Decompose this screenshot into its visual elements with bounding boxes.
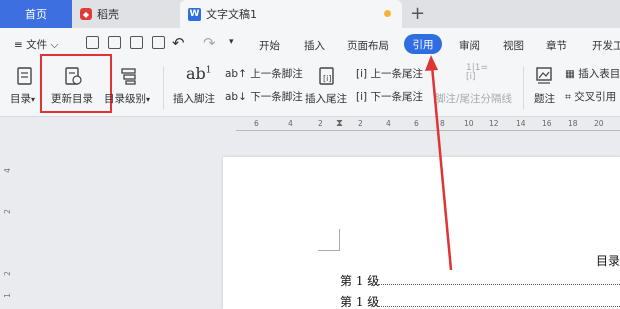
menu-tab-insert[interactable]: 插入 — [304, 38, 325, 53]
menu-tab-chapter[interactable]: 章节 — [546, 38, 567, 53]
prev-endnote-label: 上一条尾注 — [370, 68, 423, 80]
toolbar-divider — [163, 66, 164, 110]
cross-reference-icon: ⌗ — [565, 91, 571, 103]
prev-endnote-button[interactable]: [i] 上一条尾注 — [356, 66, 423, 81]
tab-daoke-label: 稻壳 — [97, 8, 119, 21]
next-endnote-icon: [i] — [356, 91, 368, 103]
margin-corner-mark — [318, 229, 340, 251]
tab-home-label: 首页 — [25, 8, 47, 21]
insert-footnote-icon[interactable]: ab1 — [186, 64, 212, 83]
menu-file-label: 文件 — [26, 39, 48, 51]
unsaved-indicator — [384, 10, 391, 17]
toc-leader-dots — [378, 284, 620, 285]
save-icon[interactable] — [86, 36, 99, 49]
insert-table-figure-label: 插入表目 — [578, 68, 620, 80]
toc-dropdown-icon: ▾ — [31, 95, 36, 104]
tab-home[interactable]: 首页 — [0, 0, 72, 28]
toc-heading: 目录 — [596, 254, 620, 268]
toc-button[interactable]: 目录▾ — [10, 91, 35, 106]
tab-document[interactable]: W 文字文稿1 — [180, 0, 402, 28]
daoke-logo-icon: ◆ — [80, 8, 92, 20]
ruler-tick: 2 — [358, 119, 363, 128]
menu-tab-view[interactable]: 视图 — [503, 38, 524, 53]
ruler-tick: 10 — [464, 119, 474, 128]
toc-entry-text: 第 1 级 — [340, 274, 380, 288]
vertical-ruler-tick: 4 — [2, 168, 12, 173]
menu-tab-developer[interactable]: 开发工 — [592, 38, 620, 53]
caption-icon[interactable] — [535, 66, 553, 86]
toc-icon[interactable] — [16, 66, 34, 86]
next-footnote-label: 下一条脚注 — [250, 91, 303, 103]
ruler-tick: 6 — [414, 119, 419, 128]
writer-logo-icon: W — [188, 7, 201, 21]
toc-level-button[interactable]: 目录级别▾ — [104, 91, 150, 106]
insert-endnote-icon[interactable]: [i] — [318, 66, 336, 86]
undo-icon[interactable]: ↶ — [172, 34, 185, 52]
caption-button[interactable]: 题注 — [534, 91, 555, 106]
separator-icon[interactable]: 1|1= [i] — [466, 64, 488, 82]
ruler-tick: 16 — [542, 119, 552, 128]
indent-marker-icon[interactable]: ⧗ — [336, 118, 343, 129]
tab-document-label: 文字文稿1 — [206, 8, 257, 21]
toc-leader-dots — [378, 306, 620, 307]
ruler-tick: 8 — [440, 119, 445, 128]
tab-daoke[interactable]: ◆ 稻壳 — [72, 0, 180, 28]
ruler-tick: 4 — [386, 119, 391, 128]
ruler-tick: 4 — [288, 119, 293, 128]
chevron-down-icon: ⌵ — [50, 39, 59, 51]
cross-reference-button[interactable]: ⌗ 交叉引用 — [565, 89, 616, 104]
vertical-ruler-tick: 2 — [2, 209, 12, 214]
document-page[interactable] — [223, 157, 620, 309]
update-toc-highlight — [40, 54, 112, 113]
next-endnote-button[interactable]: [i] 下一条尾注 — [356, 89, 423, 104]
separator-button[interactable]: 脚注/尾注分隔线 — [435, 91, 512, 106]
next-footnote-button[interactable]: ab↓ 下一条脚注 — [225, 89, 303, 104]
hamburger-icon: ≡ — [14, 39, 23, 51]
toolbar-divider — [523, 66, 524, 110]
quick-access-more-icon[interactable]: ▾ — [229, 37, 234, 47]
prev-footnote-button[interactable]: ab↑ 上一条脚注 — [225, 66, 303, 81]
toc-label: 目录 — [10, 93, 31, 105]
menu-tab-start[interactable]: 开始 — [259, 38, 280, 53]
toc-entry-text: 第 1 级 — [340, 295, 380, 309]
redo-icon[interactable]: ↷ — [203, 34, 216, 52]
prev-footnote-label: 上一条脚注 — [250, 68, 303, 80]
insert-endnote-button[interactable]: 插入尾注 — [305, 91, 347, 106]
ruler-tick: 20 — [594, 119, 604, 128]
prev-footnote-icon: ab↑ — [225, 68, 247, 80]
toc-level-label: 目录级别 — [104, 93, 146, 105]
ruler-tick: 2 — [318, 119, 323, 128]
vertical-ruler-tick: 1 — [2, 293, 12, 298]
export-pdf-icon[interactable] — [108, 36, 121, 49]
print-preview-icon[interactable] — [152, 36, 165, 49]
toc-level-dropdown-icon: ▾ — [146, 95, 151, 104]
print-icon[interactable] — [130, 36, 143, 49]
toc-level-icon[interactable] — [120, 66, 138, 86]
new-tab-button[interactable]: + — [410, 3, 425, 24]
menu-tab-review[interactable]: 审阅 — [459, 38, 480, 53]
cross-reference-label: 交叉引用 — [574, 91, 617, 103]
svg-text:[i]: [i] — [323, 74, 331, 83]
next-endnote-label: 下一条尾注 — [370, 91, 423, 103]
menu-file-button[interactable]: ≡ 文件 ⌵ — [14, 37, 58, 52]
horizontal-ruler[interactable]: 6 4 2 ⧗ 2 4 6 8 10 12 14 16 18 20 — [236, 118, 620, 131]
menu-tab-references[interactable]: 引用 — [404, 34, 442, 54]
vertical-ruler-tick: 2 — [2, 271, 12, 276]
next-footnote-icon: ab↓ — [225, 91, 247, 103]
insert-table-figure-button[interactable]: ▦ 插入表目 — [565, 66, 620, 81]
menu-tab-layout[interactable]: 页面布局 — [347, 38, 389, 53]
insert-footnote-button[interactable]: 插入脚注 — [173, 91, 215, 106]
prev-endnote-icon: [i] — [356, 68, 368, 80]
ruler-tick: 12 — [489, 119, 499, 128]
table-figure-icon: ▦ — [565, 68, 575, 80]
ruler-tick: 6 — [254, 119, 259, 128]
ruler-tick: 14 — [516, 119, 526, 128]
ruler-tick: 18 — [568, 119, 578, 128]
